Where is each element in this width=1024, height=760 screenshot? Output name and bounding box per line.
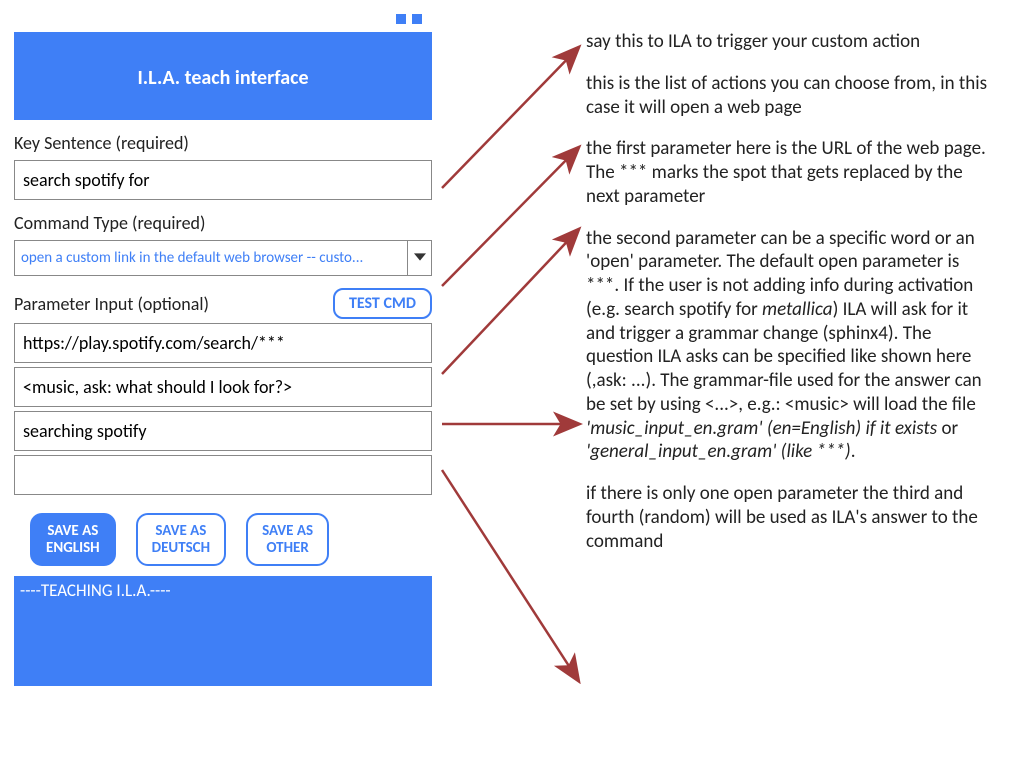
save-other-button[interactable]: SAVE AS OTHER	[246, 513, 329, 566]
key-sentence-label: Key Sentence (required)	[14, 132, 432, 154]
annotation-3: the first parameter here is the URL of t…	[586, 137, 996, 208]
command-type-select[interactable]: open a custom link in the default web br…	[14, 240, 432, 276]
parameter-input-label: Parameter Input (optional)	[14, 293, 209, 315]
annotation-1: say this to ILA to trigger your custom a…	[586, 30, 996, 54]
command-type-value: open a custom link in the default web br…	[15, 241, 407, 275]
param1-input[interactable]	[14, 323, 432, 363]
command-type-label: Command Type (required)	[14, 212, 432, 234]
console-output: ----TEACHING I.L.A.----	[14, 576, 432, 686]
param3-input[interactable]	[14, 411, 432, 451]
key-sentence-input[interactable]	[14, 160, 432, 200]
annotation-2: this is the list of actions you can choo…	[586, 72, 996, 120]
chevron-down-icon	[414, 249, 426, 268]
dot-icon	[396, 14, 406, 24]
dot-icon	[412, 14, 422, 24]
annotations: say this to ILA to trigger your custom a…	[586, 30, 996, 571]
teach-panel: I.L.A. teach interface Key Sentence (req…	[14, 14, 432, 686]
window-dots	[396, 14, 422, 24]
test-cmd-button[interactable]: TEST CMD	[333, 288, 432, 319]
panel-header: I.L.A. teach interface	[14, 32, 432, 120]
param4-input[interactable]	[14, 455, 432, 495]
param2-input[interactable]	[14, 367, 432, 407]
annotation-5: if there is only one open parameter the …	[586, 482, 996, 553]
save-english-button[interactable]: SAVE AS ENGLISH	[30, 513, 116, 566]
annotation-4: the second parameter can be a specific w…	[586, 227, 996, 465]
dropdown-button[interactable]	[407, 241, 431, 275]
save-deutsch-button[interactable]: SAVE AS DEUTSCH	[136, 513, 226, 566]
panel-title: I.L.A. teach interface	[137, 66, 308, 90]
console-text: ----TEACHING I.L.A.----	[20, 580, 171, 601]
